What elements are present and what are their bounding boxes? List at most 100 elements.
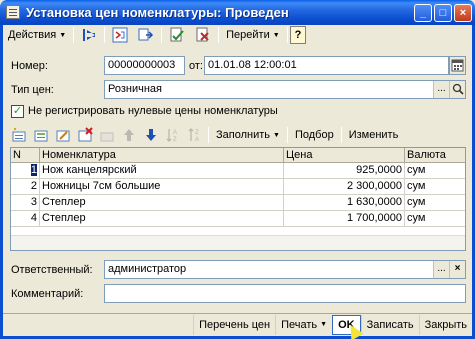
fill-menu-button[interactable]: Заполнить ▼ bbox=[211, 126, 285, 144]
unpost-button[interactable] bbox=[190, 26, 216, 44]
post-document-icon bbox=[170, 27, 184, 42]
sort-descending-button[interactable]: ZA bbox=[184, 126, 206, 144]
selection-label: Подбор bbox=[294, 129, 334, 141]
price-list-button[interactable]: Перечень цен bbox=[193, 314, 275, 335]
column-header-item[interactable]: Номенклатура bbox=[40, 148, 284, 162]
save-button[interactable]: Записать bbox=[360, 314, 419, 335]
svg-text:A: A bbox=[173, 130, 177, 136]
goto-label: Перейти bbox=[226, 29, 270, 41]
toolbar-separator bbox=[286, 127, 288, 143]
currency-cell[interactable]: сум bbox=[405, 195, 465, 210]
price-type-value: Розничная bbox=[108, 83, 162, 95]
row-number[interactable]: 2 bbox=[11, 179, 40, 194]
arrow-down-icon bbox=[146, 129, 156, 141]
currency-cell[interactable]: сум bbox=[405, 211, 465, 226]
help-button[interactable]: ? bbox=[289, 26, 307, 44]
price-cell[interactable]: 2 300,0000 bbox=[284, 179, 405, 194]
item-cell[interactable]: Ножницы 7см большие bbox=[40, 179, 284, 194]
column-header-currency[interactable]: Валюта bbox=[405, 148, 465, 162]
move-up-button[interactable] bbox=[118, 126, 140, 144]
comment-field[interactable] bbox=[104, 284, 466, 303]
toolbar-separator bbox=[161, 27, 163, 43]
select-price-type-button[interactable]: ... bbox=[433, 81, 449, 98]
number-label: Номер: bbox=[11, 60, 48, 72]
add-row-button[interactable] bbox=[8, 126, 30, 144]
date-field[interactable]: 01.01.08 12:00:01 bbox=[204, 56, 449, 75]
actions-menu-button[interactable]: Действия ▼ bbox=[3, 26, 71, 44]
calendar-button[interactable] bbox=[449, 56, 466, 75]
table-row[interactable]: 1 Нож канцелярский 925,0000 сум bbox=[11, 163, 465, 179]
chevron-down-icon: ▼ bbox=[272, 31, 280, 39]
minimize-button[interactable]: _ bbox=[414, 4, 432, 22]
goto-menu-button[interactable]: Перейти ▼ bbox=[221, 26, 285, 44]
edit-row-button[interactable] bbox=[52, 126, 74, 144]
fill-label: Заполнить bbox=[216, 129, 271, 141]
structure-button[interactable] bbox=[107, 26, 133, 44]
search-icon[interactable] bbox=[449, 81, 465, 98]
maximize-button[interactable]: □ bbox=[434, 4, 452, 22]
copy-row-icon bbox=[34, 130, 48, 142]
clear-icon[interactable]: × bbox=[449, 261, 465, 278]
row-number[interactable]: 3 bbox=[11, 195, 40, 210]
responsible-field[interactable]: администратор ... × bbox=[104, 260, 466, 279]
row-number: 1 bbox=[30, 164, 37, 176]
price-type-label: Тип цен: bbox=[11, 84, 54, 96]
table-row[interactable]: 4 Степлер 1 700,0000 сум bbox=[11, 211, 465, 227]
table-row[interactable]: 3 Степлер 1 630,0000 сум bbox=[11, 195, 465, 211]
select-responsible-button[interactable]: ... bbox=[433, 261, 449, 278]
add-row-icon bbox=[12, 128, 26, 142]
responsible-value: администратор bbox=[108, 263, 187, 275]
copy-row-button[interactable] bbox=[30, 126, 52, 144]
print-label: Печать bbox=[281, 318, 318, 331]
delete-row-button[interactable] bbox=[74, 126, 96, 144]
close-label: Закрыть bbox=[424, 318, 467, 331]
sort-descending-icon: ZA bbox=[188, 128, 199, 143]
movements-button[interactable] bbox=[133, 26, 159, 44]
row-number-cell[interactable]: 1 bbox=[11, 163, 40, 178]
toolbar-separator bbox=[340, 127, 342, 143]
currency-cell[interactable]: сум bbox=[405, 163, 465, 178]
svg-text:A: A bbox=[195, 137, 199, 143]
post-button[interactable] bbox=[164, 26, 190, 44]
actions-label: Действия bbox=[8, 29, 57, 41]
horizontal-scrollbar[interactable] bbox=[11, 235, 465, 250]
item-cell[interactable]: Степлер bbox=[40, 195, 284, 210]
table-header: N Номенклатура Цена Валюта bbox=[11, 148, 465, 163]
price-cell[interactable]: 1 700,0000 bbox=[284, 211, 405, 226]
save-label: Записать bbox=[366, 318, 414, 331]
title-bar: Установка цен номенклатуры: Проведен _ □… bbox=[0, 0, 475, 25]
toolbar-separator bbox=[208, 127, 209, 143]
move-down-button[interactable] bbox=[140, 126, 162, 144]
price-cell[interactable]: 925,0000 bbox=[284, 163, 405, 178]
back-button[interactable] bbox=[76, 26, 102, 44]
price-cell[interactable]: 1 630,0000 bbox=[284, 195, 405, 210]
close-window-button[interactable]: × bbox=[454, 4, 472, 22]
calendar-icon bbox=[451, 59, 464, 72]
change-button[interactable]: Изменить bbox=[344, 126, 404, 144]
column-header-n[interactable]: N bbox=[11, 148, 40, 162]
skip-zero-prices-checkbox[interactable]: ✓ bbox=[11, 105, 24, 118]
document-icon bbox=[6, 5, 20, 19]
prices-table[interactable]: N Номенклатура Цена Валюта 1 Нож канцеля… bbox=[10, 147, 466, 251]
item-cell[interactable]: Нож канцелярский bbox=[40, 163, 284, 178]
currency-cell[interactable]: сум bbox=[405, 179, 465, 194]
ok-button[interactable]: OK bbox=[332, 314, 364, 339]
table-row[interactable]: 2 Ножницы 7см большие 2 300,0000 сум bbox=[11, 179, 465, 195]
row-number[interactable]: 4 bbox=[11, 211, 40, 226]
unpost-document-icon bbox=[196, 27, 209, 42]
sort-ascending-button[interactable]: AZ bbox=[162, 126, 184, 144]
item-cell[interactable]: Степлер bbox=[40, 211, 284, 226]
price-type-field[interactable]: Розничная ... bbox=[104, 80, 466, 99]
print-menu-button[interactable]: Печать ▼ bbox=[275, 314, 332, 335]
comment-label: Комментарий: bbox=[11, 288, 84, 300]
toolbar-separator bbox=[104, 27, 106, 43]
end-edit-button[interactable] bbox=[96, 126, 118, 144]
number-field[interactable]: 00000000003 bbox=[104, 56, 185, 75]
chevron-down-icon: ▼ bbox=[59, 31, 67, 39]
column-header-price[interactable]: Цена bbox=[284, 148, 405, 162]
toolbar-separator bbox=[73, 27, 75, 43]
svg-text:Z: Z bbox=[195, 130, 199, 136]
svg-text:Z: Z bbox=[173, 137, 177, 143]
selection-button[interactable]: Подбор bbox=[290, 126, 339, 144]
close-button[interactable]: Закрыть bbox=[418, 314, 472, 335]
